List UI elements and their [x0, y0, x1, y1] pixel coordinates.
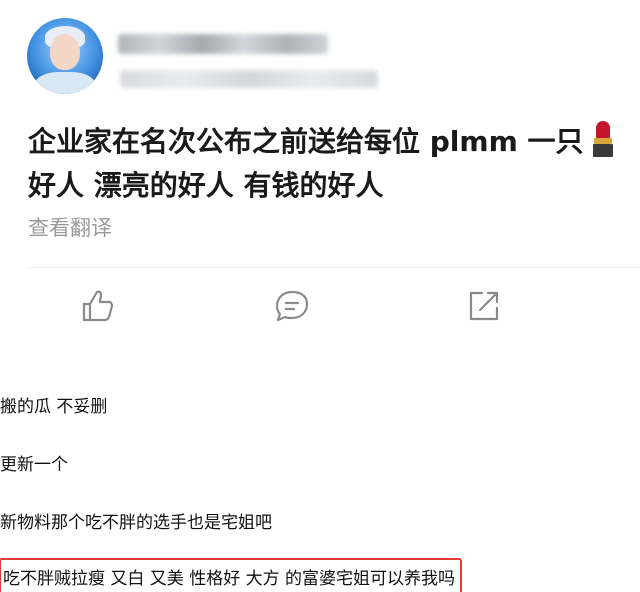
blurred-username[interactable] [118, 34, 328, 54]
avatar-body [35, 72, 95, 94]
post-text: 企业家在名次公布之前送给每位 plmm 一只 好人 漂亮的好人 有钱的好人 [28, 120, 628, 208]
share-icon [469, 291, 499, 321]
comment-item[interactable]: 搬的瓜 不妥删 [0, 392, 107, 417]
post-text-line-1-content: 企业家在名次公布之前送给每位 plmm 一只 [28, 125, 584, 158]
blurred-post-meta [120, 70, 378, 88]
thumbs-up-icon [82, 290, 114, 322]
view-translation-link[interactable]: 查看翻译 [28, 212, 112, 242]
share-button[interactable] [466, 288, 506, 328]
like-button[interactable] [80, 288, 120, 328]
post-text-line-1: 企业家在名次公布之前送给每位 plmm 一只 [28, 120, 628, 164]
avatar[interactable] [27, 18, 103, 94]
post-text-line-2: 好人 漂亮的好人 有钱的好人 [28, 169, 384, 202]
section-gap [0, 350, 640, 358]
comment-button[interactable] [274, 288, 314, 328]
divider [28, 267, 640, 268]
lipstick-icon [592, 121, 614, 157]
avatar-face [50, 34, 80, 70]
screen: 企业家在名次公布之前送给每位 plmm 一只 好人 漂亮的好人 有钱的好人 查看… [0, 0, 640, 592]
comment-icon [275, 290, 309, 322]
weibo-post: 企业家在名次公布之前送给每位 plmm 一只 好人 漂亮的好人 有钱的好人 查看… [0, 0, 640, 350]
comment-item[interactable]: 新物料那个吃不胖的选手也是宅姐吧 [0, 508, 272, 533]
comment-item[interactable]: 更新一个 [0, 450, 68, 475]
highlighted-comment[interactable]: 吃不胖贼拉瘦 又白 又美 性格好 大方 的富婆宅姐可以养我吗 [0, 558, 463, 592]
post-actions [0, 288, 640, 332]
